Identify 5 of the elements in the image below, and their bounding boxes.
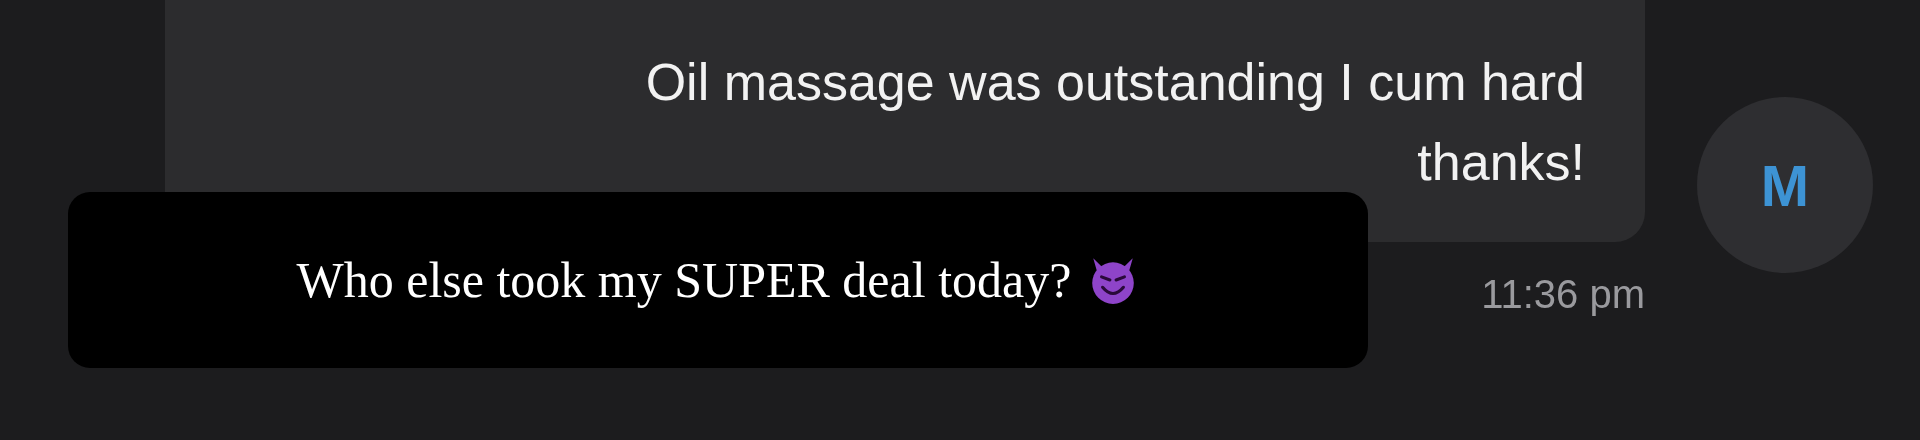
avatar-initial: M (1760, 151, 1810, 219)
caption-text: Who else took my SUPER deal today? (296, 251, 1072, 309)
message-time: 11:36 pm (1481, 272, 1645, 317)
avatar[interactable]: M (1697, 97, 1873, 273)
message-text: Oil massage was outstanding I cum hard thanks! (644, 52, 1585, 193)
